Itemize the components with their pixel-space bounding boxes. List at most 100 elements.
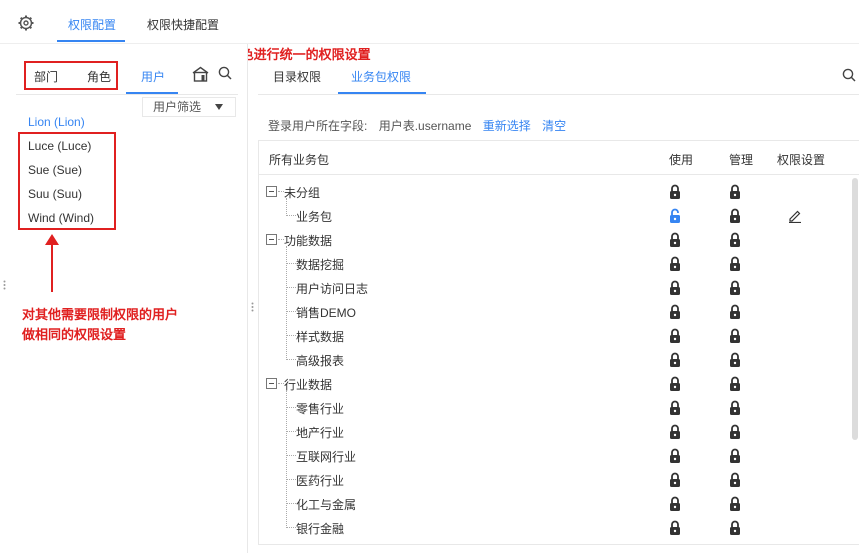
tree-connector	[286, 198, 287, 216]
login-field-label: 登录用户所在字段:	[268, 119, 368, 133]
lock-icon[interactable]	[729, 352, 741, 368]
lock-icon[interactable]	[729, 328, 741, 344]
lock-icon[interactable]	[729, 304, 741, 320]
lock-icon[interactable]	[669, 520, 681, 536]
lock-icon[interactable]	[669, 184, 681, 200]
building-icon[interactable]	[192, 66, 209, 82]
collapse-icon[interactable]	[266, 378, 277, 389]
tree-leaf-row[interactable]: 互联网行业	[259, 444, 849, 468]
package-name: 行业数据	[284, 378, 333, 392]
lock-icon[interactable]	[729, 472, 741, 488]
lock-icon[interactable]	[669, 376, 681, 392]
tree-leaf-row[interactable]: 数据挖掘	[259, 252, 849, 276]
tree-leaf-row[interactable]: 零售行业	[259, 396, 849, 420]
header-use: 使用	[669, 153, 694, 167]
clear-link[interactable]: 清空	[542, 119, 566, 133]
header-manage: 管理	[729, 153, 754, 167]
user-filter-label: 用户筛选	[153, 100, 202, 114]
tree-group-row[interactable]: 功能数据	[259, 228, 849, 252]
tab-directory-permission[interactable]: 目录权限	[273, 68, 321, 85]
lock-icon[interactable]	[669, 496, 681, 512]
tree-group-row[interactable]: 行业数据	[259, 372, 849, 396]
tab-package-permission[interactable]: 业务包权限	[351, 68, 411, 85]
table-header: 所有业务包 使用 管理 权限设置	[259, 141, 859, 175]
edit-icon[interactable]	[788, 209, 802, 226]
tree-leaf-row[interactable]: 销售DEMO	[259, 300, 849, 324]
package-name: 医药行业	[296, 474, 345, 488]
lock-icon[interactable]	[669, 352, 681, 368]
package-name: 高级报表	[296, 354, 345, 368]
package-name: 未分组	[284, 186, 321, 200]
tab-permission-config[interactable]: 权限配置	[68, 16, 116, 33]
active-tab-indicator	[57, 40, 125, 42]
tree-connector	[286, 407, 296, 408]
gear-icon[interactable]	[18, 15, 34, 31]
scrollbar[interactable]	[852, 178, 858, 440]
tree-leaf-row[interactable]: 样式数据	[259, 324, 849, 348]
drag-handle-icon[interactable]	[3, 280, 6, 290]
lock-icon[interactable]	[729, 520, 741, 536]
lock-icon[interactable]	[669, 304, 681, 320]
drag-handle-icon[interactable]	[251, 302, 254, 312]
lock-icon[interactable]	[729, 400, 741, 416]
lock-icon[interactable]	[729, 448, 741, 464]
lock-icon[interactable]	[669, 472, 681, 488]
header-all-packages: 所有业务包	[269, 153, 330, 167]
collapse-icon[interactable]	[266, 234, 277, 245]
tree-leaf-row[interactable]: 高级报表	[259, 348, 849, 372]
annotation-box-users	[18, 132, 116, 230]
tree-connector	[286, 455, 296, 456]
tree-leaf-row[interactable]: 化工与金属	[259, 492, 849, 516]
tree-connector	[286, 431, 296, 432]
package-name: 用户访问日志	[296, 282, 369, 296]
tab-user[interactable]: 用户	[141, 68, 165, 85]
search-icon[interactable]	[842, 68, 856, 82]
header-permission-settings: 权限设置	[777, 153, 826, 167]
lock-icon[interactable]	[729, 184, 741, 200]
tree-connector	[286, 287, 296, 288]
tree-connector	[286, 311, 296, 312]
lock-icon[interactable]	[669, 424, 681, 440]
lock-icon[interactable]	[729, 496, 741, 512]
tree-connector	[286, 503, 296, 504]
tree-leaf-row[interactable]: 银行金融	[259, 516, 849, 540]
annotation-bottom-line2: 做相同的权限设置	[22, 327, 127, 342]
tree-leaf-row[interactable]: 地产行业	[259, 420, 849, 444]
lock-icon[interactable]	[729, 256, 741, 272]
tree-leaf-row[interactable]: 医药行业	[259, 468, 849, 492]
lock-icon[interactable]	[729, 376, 741, 392]
package-permission-table: 所有业务包 使用 管理 权限设置 未分组业务包 功能数据 数据挖掘用户访问日志 销售D…	[258, 140, 859, 545]
lock-icon[interactable]	[669, 256, 681, 272]
user-panel: 部门 角色 用户 用户筛选 Lion (Lion) Luce (Luce) Su…	[0, 44, 248, 553]
lock-icon[interactable]	[669, 400, 681, 416]
tree-leaf-row[interactable]: 用户访问日志	[259, 276, 849, 300]
lock-icon[interactable]	[729, 424, 741, 440]
package-name: 银行金融	[296, 522, 345, 536]
lock-icon[interactable]	[669, 448, 681, 464]
package-name: 销售DEMO	[296, 306, 357, 320]
tree-connector	[286, 359, 296, 360]
collapse-icon[interactable]	[266, 186, 277, 197]
tree-leaf-row[interactable]: 业务包	[259, 204, 849, 228]
tree-connector	[286, 215, 296, 216]
user-filter-select[interactable]: 用户筛选	[142, 97, 236, 117]
annotation-bottom-line1: 对其他需要限制权限的用户	[22, 307, 179, 322]
lock-icon[interactable]	[729, 208, 741, 224]
unlock-icon[interactable]	[669, 208, 681, 224]
tree-connector	[286, 246, 287, 360]
package-name: 样式数据	[296, 330, 345, 344]
lock-icon[interactable]	[729, 280, 741, 296]
reselect-link[interactable]: 重新选择	[483, 119, 531, 133]
package-name: 零售行业	[296, 402, 345, 416]
user-item-lion[interactable]: Lion (Lion)	[28, 115, 85, 129]
login-field-row: 登录用户所在字段: 用户表.username 重新选择 清空	[268, 117, 574, 134]
divider	[16, 94, 238, 95]
annotation-box-dept-role	[24, 61, 118, 90]
lock-icon[interactable]	[669, 328, 681, 344]
tab-quick-permission-config[interactable]: 权限快捷配置	[147, 16, 219, 33]
lock-icon[interactable]	[729, 232, 741, 248]
tree-group-row[interactable]: 未分组	[259, 180, 849, 204]
lock-icon[interactable]	[669, 232, 681, 248]
lock-icon[interactable]	[669, 280, 681, 296]
search-icon[interactable]	[218, 66, 232, 80]
